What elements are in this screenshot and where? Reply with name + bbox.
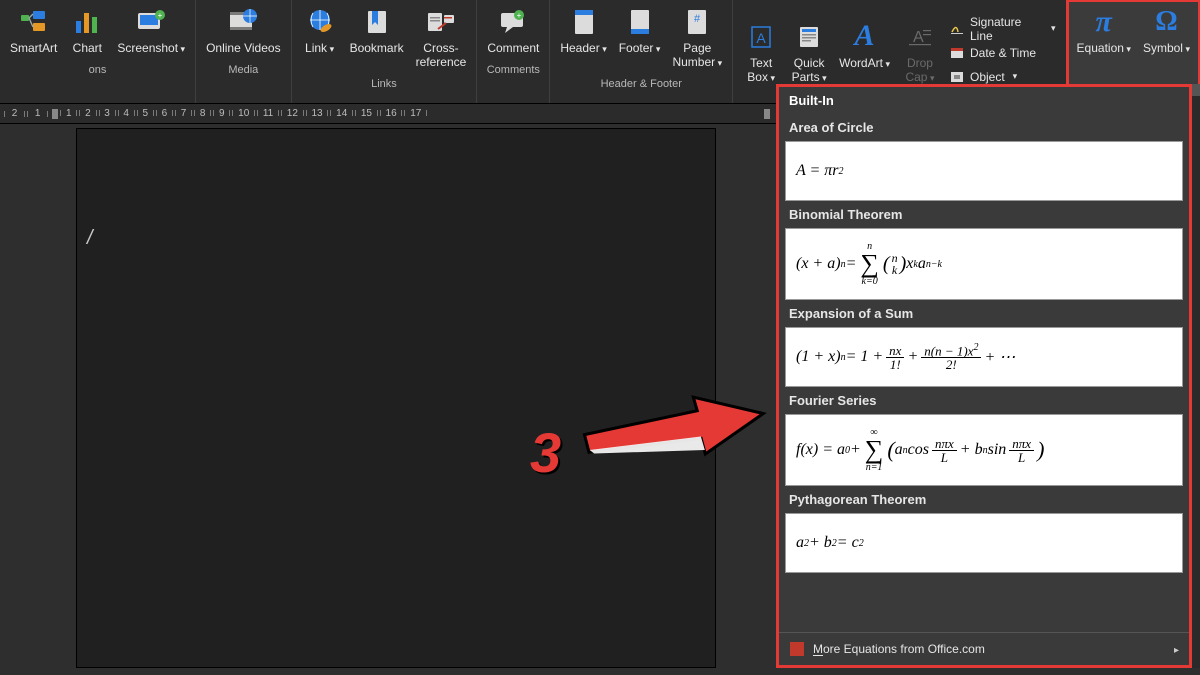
smartart-label: SmartArt <box>10 42 57 56</box>
equation-item-title: Pythagorean Theorem <box>785 486 1183 513</box>
equation-button[interactable]: π Equation <box>1071 2 1137 60</box>
datetime-label: Date & Time <box>970 46 1036 60</box>
quickparts-label: QuickParts <box>792 57 827 85</box>
annotation-arrow <box>580 392 770 472</box>
page-number-icon: # <box>681 6 713 38</box>
equation-item[interactable]: f(x) = a0 + ∞∑n=1 (an cos nπxL + bn sin … <box>785 414 1183 486</box>
comment-button[interactable]: + Comment <box>481 2 545 60</box>
dropcap-label: DropCap <box>905 57 934 85</box>
header-label: Header <box>560 42 606 56</box>
group-comments-label: Comments <box>481 60 545 78</box>
comment-label: Comment <box>487 42 539 56</box>
group-comments: + Comment Comments <box>477 0 550 103</box>
online-videos-label: Online Videos <box>206 42 281 56</box>
link-label: Link <box>305 42 334 56</box>
screenshot-label: Screenshot <box>117 42 185 56</box>
svg-text:#: # <box>694 13 701 25</box>
omega-icon: Ω <box>1150 6 1182 38</box>
footer-button[interactable]: Footer <box>613 2 667 74</box>
wordart-label: WordArt <box>839 57 890 71</box>
equation-item-title: Expansion of a Sum <box>785 300 1183 327</box>
footer-label: Footer <box>619 42 661 56</box>
svg-text:A: A <box>756 30 766 46</box>
equation-label: Equation <box>1077 42 1131 56</box>
group-links: Link Bookmark Cross-reference Links <box>292 0 478 103</box>
chart-button[interactable]: Chart <box>63 2 111 60</box>
film-globe-icon <box>227 6 259 38</box>
bookmark-icon <box>361 6 393 38</box>
textbox-button[interactable]: A TextBox <box>737 17 785 89</box>
calendar-icon <box>950 45 966 61</box>
office-icon <box>789 641 805 657</box>
equation-gallery-header: Built-In <box>779 87 1189 114</box>
equation-gallery-dropdown: Built-In Area of CircleA = πr2Binomial T… <box>776 84 1192 668</box>
chevron-right-icon <box>1174 642 1179 656</box>
chart-icon <box>71 6 103 38</box>
screenshot-button[interactable]: + Screenshot <box>111 2 191 60</box>
dropcap-button: A DropCap <box>896 17 944 89</box>
footer-icon <box>624 6 656 38</box>
pi-icon: π <box>1088 6 1120 38</box>
page-number-button[interactable]: # PageNumber <box>666 2 728 74</box>
group-media: Online Videos Media <box>196 0 292 103</box>
link-button[interactable]: Link <box>296 2 344 74</box>
wordart-icon: A <box>849 21 881 53</box>
comment-icon: + <box>497 6 529 38</box>
signature-line-button[interactable]: Signature Line ▾ <box>950 19 1056 39</box>
object-label: Object <box>970 70 1005 84</box>
page-number-label: PageNumber <box>672 42 722 70</box>
text-cursor: / <box>87 227 93 250</box>
symbol-label: Symbol <box>1143 42 1190 56</box>
group-symbols-label <box>1071 60 1196 78</box>
equation-item[interactable]: (1 + x)n = 1 + nx1! + n(n − 1)x22! + ⋯ <box>785 327 1183 387</box>
equation-item[interactable]: (x + a)n = n∑k=0 (nk) xkan−k <box>785 228 1183 300</box>
textbox-label: TextBox <box>747 57 775 85</box>
header-icon <box>568 6 600 38</box>
more-equations-link[interactable]: More Equations from Office.com <box>779 632 1189 665</box>
crossref-label: Cross-reference <box>416 42 467 70</box>
dropdown-scrollbar[interactable] <box>1192 84 1200 668</box>
equation-item-title: Fourier Series <box>785 387 1183 414</box>
crossref-button[interactable]: Cross-reference <box>410 2 473 74</box>
svg-text:+: + <box>158 11 163 20</box>
group-header-footer: Header Footer # PageNumber Header & Foot… <box>550 0 733 103</box>
datetime-button[interactable]: Date & Time <box>950 43 1056 63</box>
equation-item-title: Binomial Theorem <box>785 201 1183 228</box>
bookmark-label: Bookmark <box>350 42 404 56</box>
online-videos-button[interactable]: Online Videos <box>200 2 287 60</box>
group-links-label: Links <box>296 74 473 92</box>
crossref-icon <box>425 6 457 38</box>
group-illustrations-label: ons <box>4 60 191 78</box>
dropcap-icon: A <box>904 21 936 53</box>
equation-item-title: Area of Circle <box>785 114 1183 141</box>
scroll-up-icon[interactable] <box>1192 84 1200 96</box>
signature-icon <box>950 21 966 37</box>
quickparts-button[interactable]: QuickParts <box>785 17 833 89</box>
screenshot-icon: + <box>135 6 167 38</box>
equation-item[interactable]: a2 + b2 = c2 <box>785 513 1183 573</box>
svg-text:A: A <box>913 29 924 46</box>
signature-label: Signature Line <box>970 15 1043 43</box>
wordart-button[interactable]: A WordArt <box>833 17 896 89</box>
smartart-button[interactable]: SmartArt <box>4 2 63 60</box>
equation-gallery-list: Area of CircleA = πr2Binomial Theorem(x … <box>779 114 1189 632</box>
smartart-icon <box>18 6 50 38</box>
equation-item[interactable]: A = πr2 <box>785 141 1183 201</box>
svg-text:+: + <box>517 11 522 20</box>
globe-link-icon <box>304 6 336 38</box>
header-button[interactable]: Header <box>554 2 612 74</box>
annotation-step-number: 3 <box>530 420 561 485</box>
bookmark-button[interactable]: Bookmark <box>344 2 410 74</box>
symbol-button[interactable]: Ω Symbol <box>1137 2 1196 60</box>
quickparts-icon <box>793 21 825 53</box>
group-media-label: Media <box>200 60 287 78</box>
group-hf-label: Header & Footer <box>554 74 728 92</box>
textbox-icon: A <box>745 21 777 53</box>
group-illustrations: SmartArt Chart + Screenshot ons <box>0 0 196 103</box>
object-icon <box>950 69 966 85</box>
chart-label: Chart <box>73 42 102 56</box>
